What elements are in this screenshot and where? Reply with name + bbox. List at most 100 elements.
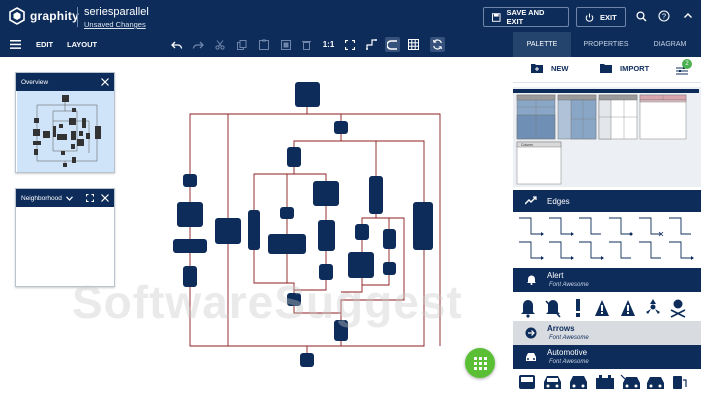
arrows-subtitle: Font Awesome bbox=[549, 335, 589, 341]
node bbox=[268, 234, 306, 254]
neighborhood-title: Neighborhood bbox=[21, 194, 62, 202]
toolbar: EDIT LAYOUT 1:1 bbox=[0, 32, 513, 57]
template-column-label: Column bbox=[521, 143, 533, 147]
hamburger-menu-icon[interactable] bbox=[8, 37, 23, 52]
save-exit-label: SAVE AND EXIT bbox=[506, 8, 545, 26]
save-exit-button[interactable]: SAVE AND EXIT bbox=[483, 7, 569, 27]
fullscreen-icon[interactable] bbox=[86, 194, 94, 202]
top-bar: graphity seriesparallel Unsaved Changes … bbox=[0, 0, 701, 32]
automotive-title: Automotive bbox=[547, 348, 588, 357]
node bbox=[215, 218, 241, 244]
car-icon bbox=[526, 353, 536, 361]
exit-label: EXIT bbox=[600, 12, 617, 22]
automotive-subtitle: Font Awesome bbox=[549, 359, 589, 365]
table-templates: Column bbox=[513, 87, 701, 187]
fit-content-icon[interactable] bbox=[342, 37, 357, 52]
folder-icon bbox=[600, 64, 612, 73]
orthogonal-edges-icon[interactable] bbox=[364, 37, 379, 52]
overview-viewport[interactable] bbox=[17, 91, 114, 172]
node bbox=[295, 82, 320, 107]
palette-actions: NEW IMPORT 2 bbox=[513, 57, 701, 83]
unsaved-status[interactable]: Unsaved Changes bbox=[84, 20, 146, 29]
arrows-title: Arrows bbox=[547, 324, 575, 333]
node bbox=[334, 320, 348, 341]
apps-grid-icon bbox=[474, 357, 487, 370]
side-tab-bar: PALETTE PROPERTIES DIAGRAM bbox=[513, 32, 701, 57]
node bbox=[287, 293, 301, 306]
import-label: IMPORT bbox=[620, 63, 650, 73]
chevron-down-icon[interactable] bbox=[65, 195, 73, 201]
import-button[interactable]: IMPORT bbox=[600, 63, 649, 73]
grid-icon[interactable] bbox=[406, 37, 421, 52]
cut-icon[interactable] bbox=[212, 37, 227, 52]
node bbox=[183, 174, 197, 187]
close-icon[interactable] bbox=[101, 78, 109, 86]
tab-diagram[interactable]: DIAGRAM bbox=[644, 32, 696, 57]
node bbox=[173, 239, 207, 253]
redo-icon[interactable] bbox=[190, 37, 205, 52]
floating-action-button[interactable] bbox=[465, 348, 495, 378]
node bbox=[280, 207, 294, 219]
save-icon bbox=[492, 12, 501, 22]
auto-layout-icon[interactable] bbox=[430, 37, 445, 52]
node bbox=[355, 224, 369, 240]
node bbox=[287, 147, 301, 167]
alert-title: Alert bbox=[547, 271, 564, 280]
undo-icon[interactable] bbox=[169, 37, 184, 52]
table-template-thumbnails: Column bbox=[513, 89, 699, 185]
graphity-logo-icon bbox=[9, 7, 25, 25]
new-folder-icon bbox=[531, 64, 543, 73]
automotive-icon-row[interactable] bbox=[513, 369, 701, 395]
edit-menu[interactable]: EDIT bbox=[36, 40, 53, 49]
node bbox=[177, 202, 203, 227]
arrows-section-header[interactable]: Arrows Font Awesome bbox=[513, 321, 701, 345]
notification-badge: 2 bbox=[682, 59, 692, 69]
layout-menu[interactable]: LAYOUT bbox=[67, 40, 97, 49]
neighborhood-header: Neighborhood bbox=[16, 189, 114, 207]
edges-section-header[interactable]: Edges bbox=[513, 190, 701, 212]
neighborhood-panel: Neighborhood bbox=[15, 188, 115, 287]
zoom-original-button[interactable]: 1:1 bbox=[320, 37, 337, 52]
alert-section-header[interactable]: Alert Font Awesome bbox=[513, 268, 701, 292]
tab-properties[interactable]: PROPERTIES bbox=[576, 32, 636, 57]
automotive-section-header[interactable]: Automotive Font Awesome bbox=[513, 345, 701, 369]
alert-icon-row[interactable] bbox=[513, 292, 701, 319]
overview-minimap bbox=[33, 95, 101, 167]
automotive-icons bbox=[513, 369, 701, 395]
new-button[interactable]: NEW bbox=[531, 63, 569, 73]
svg-text:?: ? bbox=[662, 12, 666, 21]
project-name: seriesparallel bbox=[84, 6, 149, 18]
edge-styles[interactable] bbox=[513, 212, 701, 268]
exit-button[interactable]: EXIT bbox=[576, 7, 626, 27]
node bbox=[248, 210, 260, 250]
app-name: graphity bbox=[30, 9, 79, 23]
overview-title: Overview bbox=[21, 78, 49, 86]
chevron-up-icon[interactable] bbox=[680, 8, 696, 24]
alert-subtitle: Font Awesome bbox=[549, 282, 589, 288]
arrow-circle-icon bbox=[525, 327, 537, 339]
node bbox=[383, 262, 396, 275]
delete-icon[interactable] bbox=[299, 37, 314, 52]
power-icon bbox=[585, 13, 594, 22]
close-icon[interactable] bbox=[101, 194, 109, 202]
new-label: NEW bbox=[551, 63, 569, 73]
help-icon[interactable]: ? bbox=[656, 8, 672, 24]
duplicate-icon[interactable] bbox=[278, 37, 293, 52]
snapping-icon[interactable] bbox=[385, 37, 400, 52]
node bbox=[369, 176, 383, 214]
divider bbox=[77, 7, 78, 27]
node bbox=[319, 264, 333, 280]
nodes bbox=[173, 82, 433, 367]
palette-panel: NEW IMPORT 2 Column Edges Alert Font Awe… bbox=[513, 57, 701, 395]
node bbox=[318, 220, 335, 251]
search-icon[interactable] bbox=[633, 8, 649, 24]
node bbox=[300, 353, 314, 367]
copy-icon[interactable] bbox=[234, 37, 249, 52]
paste-icon[interactable] bbox=[256, 37, 271, 52]
bell-icon bbox=[527, 275, 536, 285]
edges-gallery bbox=[513, 212, 701, 268]
tab-palette[interactable]: PALETTE bbox=[513, 32, 571, 57]
node bbox=[313, 181, 339, 206]
node bbox=[413, 202, 433, 250]
node bbox=[334, 121, 348, 134]
